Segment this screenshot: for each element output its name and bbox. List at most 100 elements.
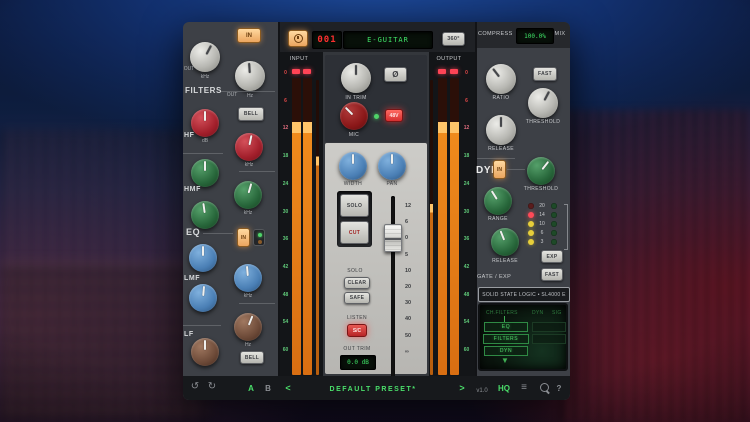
meter-scale-label: 18: [280, 153, 291, 159]
output-clip-led-left: [438, 69, 446, 74]
fader-handle[interactable]: [384, 224, 402, 252]
undo-icon[interactable]: ↺: [188, 380, 202, 394]
mic-led: [374, 114, 379, 119]
hf-freq-unit: kHz: [235, 162, 263, 168]
preset-name[interactable]: DEFAULT PRESET*: [303, 383, 443, 397]
meter-scale-label: 48: [280, 292, 291, 298]
preset-next-button[interactable]: >: [457, 381, 467, 395]
gr-meter: 20141063: [528, 203, 563, 251]
comp-threshold-label: THRESHOLD: [519, 119, 567, 125]
hf-freq-knob[interactable]: [235, 133, 263, 161]
filters-in-button[interactable]: IN: [237, 28, 261, 43]
bottom-bar: ↺ ↻ A B < DEFAULT PRESET* > v1.0 HQ ≡ ?: [183, 376, 570, 400]
magnifier-icon[interactable]: [540, 383, 549, 392]
hq-toggle[interactable]: HQ: [496, 382, 512, 396]
hpf-knob[interactable]: [235, 61, 265, 91]
comp-release-knob[interactable]: [486, 115, 516, 145]
cut-button[interactable]: CUT: [340, 221, 369, 244]
dyn-sc-green-led: [258, 233, 262, 237]
dyn-sc-button[interactable]: [253, 229, 265, 246]
meter-scale-label: 0: [280, 70, 291, 76]
meter-scale-label: 36: [280, 236, 291, 242]
solo-safe-button[interactable]: SAFE: [344, 292, 370, 304]
redo-icon[interactable]: ↻: [205, 380, 219, 394]
preset-number-display: 001: [312, 31, 342, 49]
routing-down-arrow-icon: ▼: [501, 356, 509, 365]
meter-scale-label: 30: [280, 209, 291, 215]
gate-threshold-knob[interactable]: [527, 157, 555, 185]
preset-prev-button[interactable]: <: [283, 381, 293, 395]
gate-release-knob[interactable]: [491, 228, 519, 256]
ab-compare-b[interactable]: B: [262, 382, 274, 396]
gr-scale-label: 6: [536, 230, 548, 236]
output-meter-bar-left: [438, 78, 447, 375]
meter-scale-label: 0: [461, 70, 472, 76]
phase-button[interactable]: Ø: [384, 67, 407, 82]
help-icon[interactable]: ?: [554, 382, 564, 396]
mic-gain-knob[interactable]: [340, 102, 368, 130]
hmf-gain-knob[interactable]: [191, 159, 219, 187]
comp-fast-button[interactable]: FAST: [533, 67, 557, 81]
input-meter-label: INPUT: [283, 56, 315, 62]
comp-threshold-knob[interactable]: [528, 88, 558, 118]
solo-group-title: SOLO: [341, 268, 369, 274]
version-label: v1.0: [472, 384, 492, 398]
meter-scale-label: 60: [461, 347, 472, 353]
lmf-freq-knob[interactable]: [234, 264, 262, 292]
hmf-freq-unit: kHz: [234, 210, 262, 216]
lmf-q-knob[interactable]: [189, 284, 217, 312]
fader-scale-label: 0: [405, 235, 419, 241]
power-button[interactable]: [288, 30, 308, 47]
out-trim-label: OUT TRIM: [339, 346, 375, 352]
ssl360-link-button[interactable]: 360°: [442, 32, 465, 46]
meter-scale-label: 12: [280, 125, 291, 131]
ratio-knob[interactable]: [486, 64, 516, 94]
pan-knob[interactable]: [378, 152, 406, 180]
filters-title: FILTERS: [185, 86, 222, 95]
ab-compare-a[interactable]: A: [245, 382, 257, 396]
gr-scale-label: 3: [536, 239, 548, 245]
lf-bell-button[interactable]: BELL: [240, 351, 264, 364]
eq-in-button[interactable]: IN: [237, 228, 250, 247]
width-knob[interactable]: [339, 152, 367, 180]
exp-button[interactable]: EXP: [541, 250, 563, 263]
solo-clear-button[interactable]: CLEAR: [344, 277, 370, 289]
gate-led-green: [551, 239, 557, 245]
routing-block-eq[interactable]: EQ: [484, 322, 528, 332]
listen-sc-button[interactable]: S/C: [347, 324, 367, 337]
routing-block-dyn[interactable]: DYN: [484, 346, 528, 356]
range-knob[interactable]: [484, 187, 512, 215]
dyn-in-button[interactable]: IN: [493, 160, 506, 179]
lf-freq-knob[interactable]: [234, 313, 262, 341]
lpf-unit-label: kHz: [195, 74, 215, 80]
hf-gain-knob[interactable]: [191, 109, 219, 137]
meter-scale-label: 24: [280, 181, 291, 187]
lmf-gain-knob[interactable]: [189, 244, 217, 272]
routing-header-filters: CH.FILTERS: [486, 310, 518, 316]
in-trim-knob[interactable]: [341, 63, 371, 93]
hmf-freq-knob[interactable]: [234, 181, 262, 209]
gr-scale-label: 20: [536, 203, 548, 209]
compress-label: COMPRESS: [478, 31, 520, 37]
gate-fast-button[interactable]: FAST: [541, 268, 563, 281]
solo-button[interactable]: SOLO: [340, 194, 369, 217]
input-clip-led-left: [292, 69, 300, 74]
input-meter-bar-left: [292, 78, 301, 375]
menu-icon[interactable]: ≡: [518, 381, 530, 395]
band-divider: [183, 325, 221, 326]
routing-block-filters[interactable]: FILTERS: [483, 334, 529, 344]
lf-band-label: LF: [184, 331, 194, 338]
meter-scale-label: 24: [461, 181, 472, 187]
gate-release-label: RELEASE: [491, 258, 519, 264]
hmf-q-knob[interactable]: [191, 201, 219, 229]
hf-bell-button[interactable]: BELL: [238, 107, 264, 121]
lf-gain-knob[interactable]: [191, 338, 219, 366]
hpf-unit-label: Hz: [243, 93, 257, 99]
phantom-48v-button[interactable]: 48V: [385, 109, 403, 122]
clock-icon: [294, 34, 303, 43]
meter-scale-label: 54: [461, 319, 472, 325]
lf-freq-unit: Hz: [234, 342, 262, 348]
meter-scale-label: 42: [280, 264, 291, 270]
routing-screen[interactable]: CH.FILTERS DYN SIG EQ FILTERS DYN ▼: [478, 303, 568, 371]
output-meter-label: OUTPUT: [431, 56, 467, 62]
